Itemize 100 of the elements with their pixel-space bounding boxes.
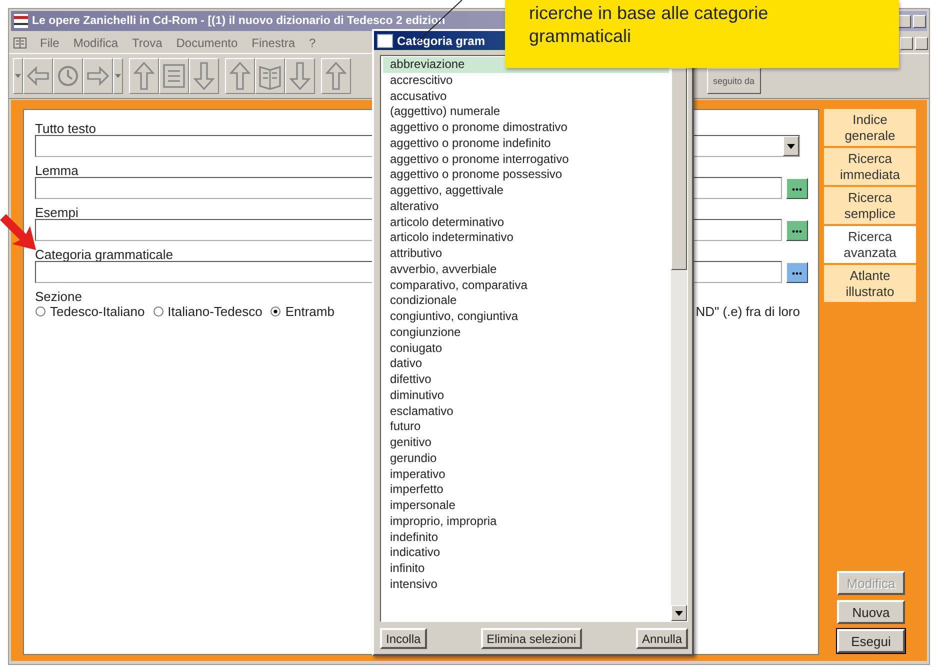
side-tab[interactable]: Indice generale (824, 109, 916, 146)
scrollbar[interactable] (671, 68, 687, 621)
list-item[interactable]: coniugato (383, 340, 669, 356)
up-arrow-icon (325, 62, 347, 90)
list-item[interactable]: infinito (383, 561, 669, 577)
list-item[interactable]: aggettivo o pronome interrogativo (383, 152, 669, 168)
field-label: Categoria grammaticale (35, 247, 174, 262)
list-item[interactable]: avverbio, avverbiale (383, 262, 669, 278)
list-item[interactable]: congiuntivo, congiuntiva (383, 309, 669, 325)
toolbar-button[interactable] (285, 58, 315, 94)
restore-button[interactable] (900, 37, 913, 50)
list-item[interactable]: diminutivo (383, 388, 669, 404)
field-label: Tutto testo (35, 121, 96, 136)
list-item[interactable]: (aggettivo) numerale (383, 104, 669, 120)
callout-note: ricerche in base alle categorie grammaticali (505, 0, 899, 68)
browse-button[interactable] (786, 262, 808, 282)
toolbar-button[interactable] (159, 58, 189, 94)
browse-button[interactable] (786, 178, 808, 198)
list-item[interactable]: futuro (383, 419, 669, 435)
toolbar-button[interactable] (83, 58, 113, 94)
list-item[interactable]: difettivo (383, 372, 669, 388)
list-item[interactable]: attributivo (383, 246, 669, 262)
list-item[interactable]: condizionale (383, 293, 669, 309)
list-item[interactable]: articolo determinativo (383, 214, 669, 230)
list-item[interactable]: aggettivo, aggettivale (383, 183, 669, 199)
radio-button[interactable] (152, 306, 164, 317)
menu-item[interactable]: Modifica (72, 36, 120, 50)
toolbar-button[interactable] (13, 58, 23, 94)
dialog-title: Categoria gram (397, 34, 486, 48)
list-item[interactable]: accrescitivo (383, 72, 669, 88)
list-item[interactable]: accusativo (383, 88, 669, 104)
list-item[interactable]: aggettivo o pronome dimostrativo (383, 120, 669, 136)
book-icon (13, 36, 27, 50)
list-item[interactable]: congiunzione (383, 324, 669, 340)
list-item[interactable]: impersonale (383, 498, 669, 514)
list-item[interactable]: gerundio (383, 450, 669, 466)
field-label: Lemma (35, 163, 78, 178)
radio-label: Italiano-Tedesco (168, 304, 262, 319)
toolbar-button[interactable] (225, 58, 255, 94)
close-button[interactable] (915, 37, 928, 50)
side-tab[interactable]: Ricerca avanzata (824, 226, 916, 263)
list-item[interactable]: aggettivo o pronome possessivo (383, 167, 669, 183)
dialog-button[interactable]: Incolla (380, 628, 427, 649)
radio-button[interactable] (270, 306, 282, 317)
window-icon (377, 34, 393, 48)
menu-item[interactable]: File (39, 36, 60, 50)
option-text: ND" (.e) fra di loro (696, 304, 800, 319)
radio-label: Tedesco-Italiano (50, 304, 145, 319)
toolbar-button[interactable] (53, 58, 83, 94)
action-button[interactable]: Esegui (837, 629, 905, 653)
toolbar-button[interactable] (23, 58, 53, 94)
list-item[interactable]: imperfetto (383, 482, 669, 498)
down-arrow-icon[interactable] (675, 610, 683, 616)
side-tab[interactable]: Ricerca immediata (824, 148, 916, 185)
menu-item[interactable]: Finestra (250, 36, 296, 50)
dialog-button[interactable]: Elimina selezioni (480, 628, 582, 649)
ellipsis-icon (792, 272, 802, 275)
up-arrow-icon (133, 62, 155, 90)
scroll-thumb[interactable] (671, 68, 687, 270)
close-button[interactable] (913, 14, 926, 28)
list-item[interactable]: imperativo (383, 466, 669, 482)
toolbar-button[interactable] (189, 58, 219, 94)
app-logo-icon (14, 14, 28, 28)
field-label: Esempi (35, 205, 78, 220)
list-item[interactable]: comparativo, comparativa (383, 278, 669, 294)
list-item[interactable]: improprio, impropria (383, 514, 669, 530)
toolbar-button[interactable] (321, 58, 351, 94)
toolbar-button[interactable] (113, 58, 123, 94)
document-icon (163, 62, 185, 90)
ellipsis-icon (792, 230, 802, 233)
radio-button[interactable] (35, 306, 46, 317)
list-item[interactable]: intensivo (383, 576, 669, 592)
side-tab[interactable]: Ricerca semplice (824, 187, 916, 224)
menu-item[interactable]: Trova (131, 36, 164, 50)
list-item[interactable]: dativo (383, 356, 669, 372)
caret-icon (115, 74, 121, 78)
radio-label: Entramb (285, 304, 334, 319)
menu-item[interactable]: Documento (175, 36, 239, 50)
list-item[interactable]: indicativo (383, 545, 669, 561)
menu-item[interactable]: ? (308, 36, 317, 50)
toolbar-button[interactable] (255, 58, 285, 94)
maximize-button[interactable] (898, 14, 911, 28)
list-item[interactable]: esclamativo (383, 404, 669, 420)
section-label: Sezione (35, 289, 82, 304)
ellipsis-icon (792, 188, 802, 191)
toolbar-button[interactable] (129, 58, 159, 94)
browse-button[interactable] (786, 220, 808, 240)
down-arrow-icon (193, 62, 215, 90)
list-item[interactable]: genitivo (383, 435, 669, 451)
followed-by-button[interactable]: seguito da (707, 68, 761, 94)
list-item[interactable]: alterativo (383, 198, 669, 214)
action-button[interactable]: Nuova (837, 600, 905, 624)
list-item[interactable]: articolo indeterminativo (383, 230, 669, 246)
dialog-button[interactable]: Annulla (636, 628, 688, 649)
caret-icon (787, 144, 795, 148)
list-item[interactable]: indefinito (383, 530, 669, 546)
caret-icon (15, 74, 21, 78)
up-arrow-icon (229, 62, 251, 90)
side-tab[interactable]: Atlante illustrato (824, 265, 916, 302)
list-item[interactable]: aggettivo o pronome indefinito (383, 136, 669, 152)
